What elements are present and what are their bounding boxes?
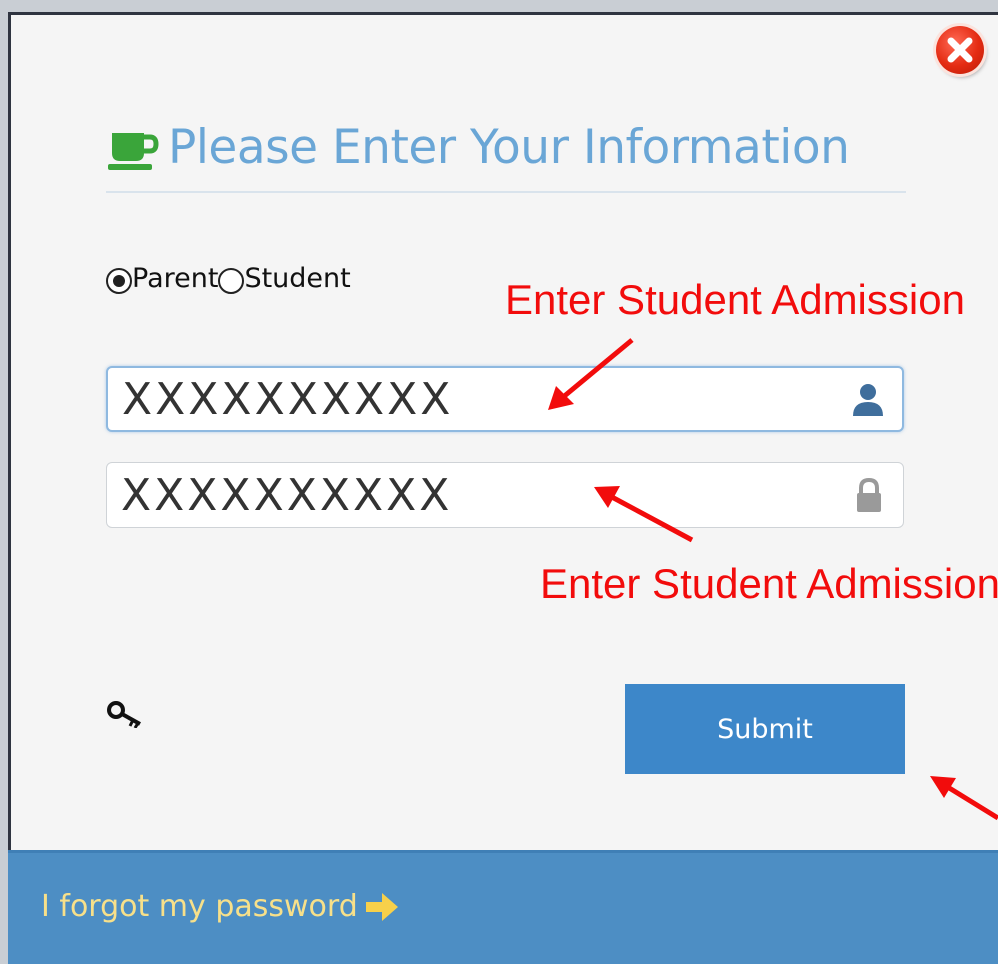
annotation-bottom: Enter Student Admission xyxy=(540,560,998,607)
radio-student-label: Student xyxy=(244,262,351,294)
username-field[interactable]: XXXXXXXXXX xyxy=(106,366,904,432)
submit-button[interactable]: Submit xyxy=(625,684,905,774)
radio-student[interactable] xyxy=(218,268,245,294)
password-value: XXXXXXXXXX xyxy=(121,469,453,521)
key-icon[interactable] xyxy=(106,698,146,728)
annotation-top: Enter Student Admission xyxy=(505,276,965,323)
user-icon xyxy=(853,384,883,416)
forgot-password-label: I forgot my password xyxy=(41,889,358,924)
radio-parent[interactable] xyxy=(106,268,132,294)
lock-icon xyxy=(857,477,881,512)
close-icon xyxy=(947,37,973,63)
arrow-right-icon xyxy=(365,892,398,921)
title-divider xyxy=(106,191,906,193)
radio-parent-label: Parent xyxy=(132,262,219,294)
password-field[interactable]: XXXXXXXXXX xyxy=(106,462,904,528)
forgot-password-link[interactable]: I forgot my password xyxy=(41,889,400,924)
dialog-footer: I forgot my password xyxy=(8,850,998,964)
user-type-selector: Parent Student xyxy=(106,262,351,294)
dialog-title: Please Enter Your Information xyxy=(168,119,850,175)
close-button[interactable] xyxy=(936,26,984,74)
coffee-cup-icon xyxy=(108,133,159,170)
dialog-header: Please Enter Your Information xyxy=(106,112,850,182)
username-value: XXXXXXXXXX xyxy=(122,373,454,425)
